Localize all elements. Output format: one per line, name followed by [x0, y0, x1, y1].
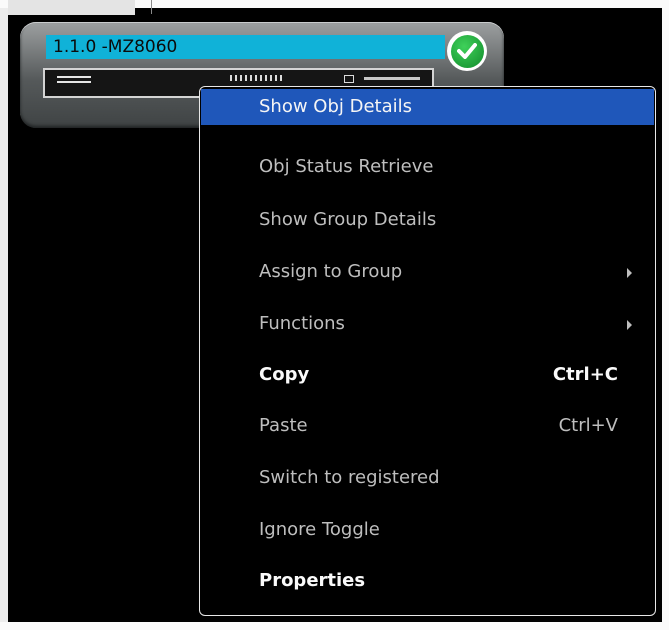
panel-bar-indicator [364, 77, 420, 80]
menu-item-switch-to-registered[interactable]: Switch to registered [201, 460, 654, 496]
menu-item-label: Paste [259, 415, 308, 436]
menu-item-label: Properties [259, 570, 366, 591]
menu-item-label: Functions [259, 313, 345, 334]
menu-item-label: Assign to Group [259, 261, 403, 282]
submenu-arrow-icon [627, 320, 632, 330]
submenu-arrow-icon [627, 268, 632, 278]
menu-item-label: Switch to registered [259, 467, 440, 488]
top-panel-tab [8, 0, 135, 15]
menu-item-assign-to-group[interactable]: Assign to Group [201, 254, 654, 290]
bottom-border [0, 622, 669, 630]
right-border [662, 0, 669, 630]
top-divider [151, 0, 152, 14]
panel-square-icon [344, 75, 354, 83]
menu-item-ignore-toggle[interactable]: Ignore Toggle [201, 512, 654, 548]
context-menu: Show Obj Details Obj Status Retrieve Sho… [199, 86, 656, 616]
menu-item-label: Obj Status Retrieve [259, 156, 434, 177]
panel-lines-icon [57, 76, 91, 86]
status-check-icon [447, 31, 487, 71]
menu-item-shortcut: Ctrl+V [558, 415, 618, 436]
menu-item-show-group-details[interactable]: Show Group Details [201, 202, 654, 238]
menu-item-show-obj-details[interactable]: Show Obj Details [201, 89, 654, 125]
menu-item-label: Show Group Details [259, 209, 437, 230]
menu-item-obj-status-retrieve[interactable]: Obj Status Retrieve [201, 149, 654, 185]
device-label[interactable]: 1.1.0 -MZ8060 [46, 35, 445, 59]
menu-item-shortcut: Ctrl+C [552, 364, 618, 385]
menu-item-functions[interactable]: Functions [201, 306, 654, 342]
menu-item-label: Copy [259, 364, 310, 385]
left-border [0, 0, 8, 630]
menu-item-properties[interactable]: Properties [201, 563, 654, 599]
menu-item-label: Show Obj Details [259, 96, 413, 117]
panel-dots-indicator [230, 75, 285, 81]
menu-item-label: Ignore Toggle [259, 519, 380, 540]
menu-item-paste[interactable]: Paste Ctrl+V [201, 408, 654, 444]
menu-item-copy[interactable]: Copy Ctrl+C [201, 357, 654, 393]
